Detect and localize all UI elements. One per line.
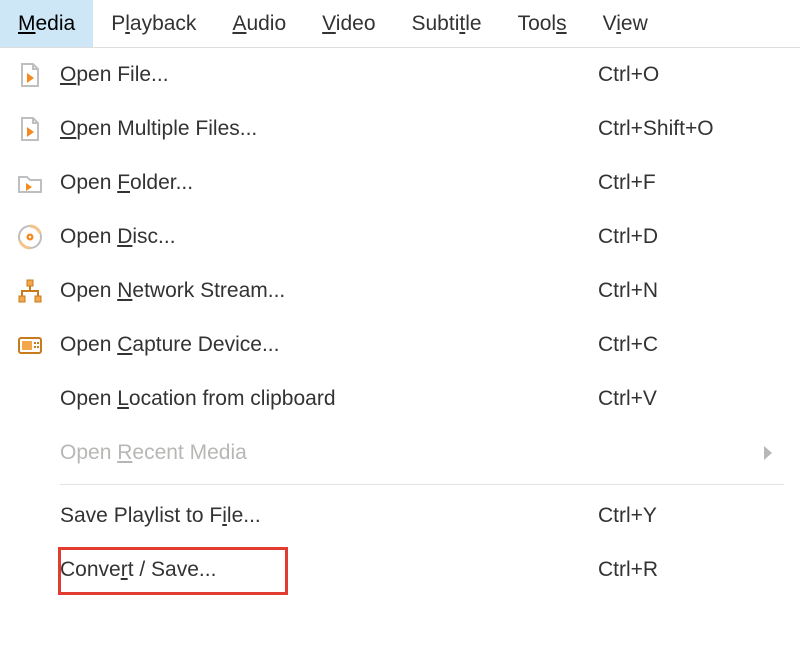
file-play-icon [16,61,60,89]
menu-item-media[interactable]: Media [0,0,93,47]
network-icon [16,277,60,305]
menu-label: Media [18,12,75,36]
menu-item-save-playlist[interactable]: Save Playlist to File... Ctrl+Y [0,489,800,543]
menu-label: Audio [232,12,286,36]
media-menu-dropdown: Open File... Ctrl+O Open Multiple Files.… [0,48,800,597]
menu-item-shortcut: Ctrl+R [590,558,780,582]
menu-item-label: Convert / Save... [60,558,590,582]
menu-item-audio[interactable]: Audio [214,0,304,47]
menu-item-convert-save[interactable]: Convert / Save... Ctrl+R [0,543,800,597]
menu-separator [60,484,784,485]
menu-item-shortcut: Ctrl+Shift+O [590,117,780,141]
menu-item-label: Open Multiple Files... [60,117,590,141]
submenu-arrow-icon [764,446,772,460]
menu-label: Video [322,12,375,36]
menu-item-shortcut: Ctrl+O [590,63,780,87]
menu-item-open-multiple-files[interactable]: Open Multiple Files... Ctrl+Shift+O [0,102,800,156]
menu-label: Tools [518,12,567,36]
menu-item-label: Save Playlist to File... [60,504,590,528]
menu-item-tools[interactable]: Tools [500,0,585,47]
menu-item-open-file[interactable]: Open File... Ctrl+O [0,48,800,102]
menubar: Media Playback Audio Video Subtitle Tool… [0,0,800,48]
menu-item-label: Open Disc... [60,225,590,249]
folder-play-icon [16,169,60,197]
menu-item-shortcut: Ctrl+F [590,171,780,195]
menu-item-shortcut: Ctrl+Y [590,504,780,528]
menu-item-shortcut: Ctrl+V [590,387,780,411]
capture-device-icon [16,331,60,359]
menu-item-open-disc[interactable]: Open Disc... Ctrl+D [0,210,800,264]
menu-item-open-recent-media[interactable]: Open Recent Media [0,426,800,480]
menu-item-shortcut: Ctrl+N [590,279,780,303]
menu-item-label: Open Recent Media [60,441,780,465]
menu-item-open-location-clipboard[interactable]: Open Location from clipboard Ctrl+V [0,372,800,426]
menu-item-label: Open Capture Device... [60,333,590,357]
menu-label: View [603,12,648,36]
menu-item-label: Open File... [60,63,590,87]
menu-item-subtitle[interactable]: Subtitle [394,0,500,47]
menu-item-open-capture-device[interactable]: Open Capture Device... Ctrl+C [0,318,800,372]
menu-item-open-folder[interactable]: Open Folder... Ctrl+F [0,156,800,210]
menu-item-view[interactable]: View [585,0,666,47]
menu-label: Subtitle [412,12,482,36]
menu-item-label: Open Location from clipboard [60,387,590,411]
menu-item-label: Open Network Stream... [60,279,590,303]
file-play-icon [16,115,60,143]
menu-item-label: Open Folder... [60,171,590,195]
menu-item-shortcut: Ctrl+C [590,333,780,357]
menu-label: Playback [111,12,196,36]
menu-item-open-network-stream[interactable]: Open Network Stream... Ctrl+N [0,264,800,318]
menu-item-shortcut: Ctrl+D [590,225,780,249]
menu-item-playback[interactable]: Playback [93,0,214,47]
disc-icon [16,223,60,251]
menu-item-video[interactable]: Video [304,0,393,47]
